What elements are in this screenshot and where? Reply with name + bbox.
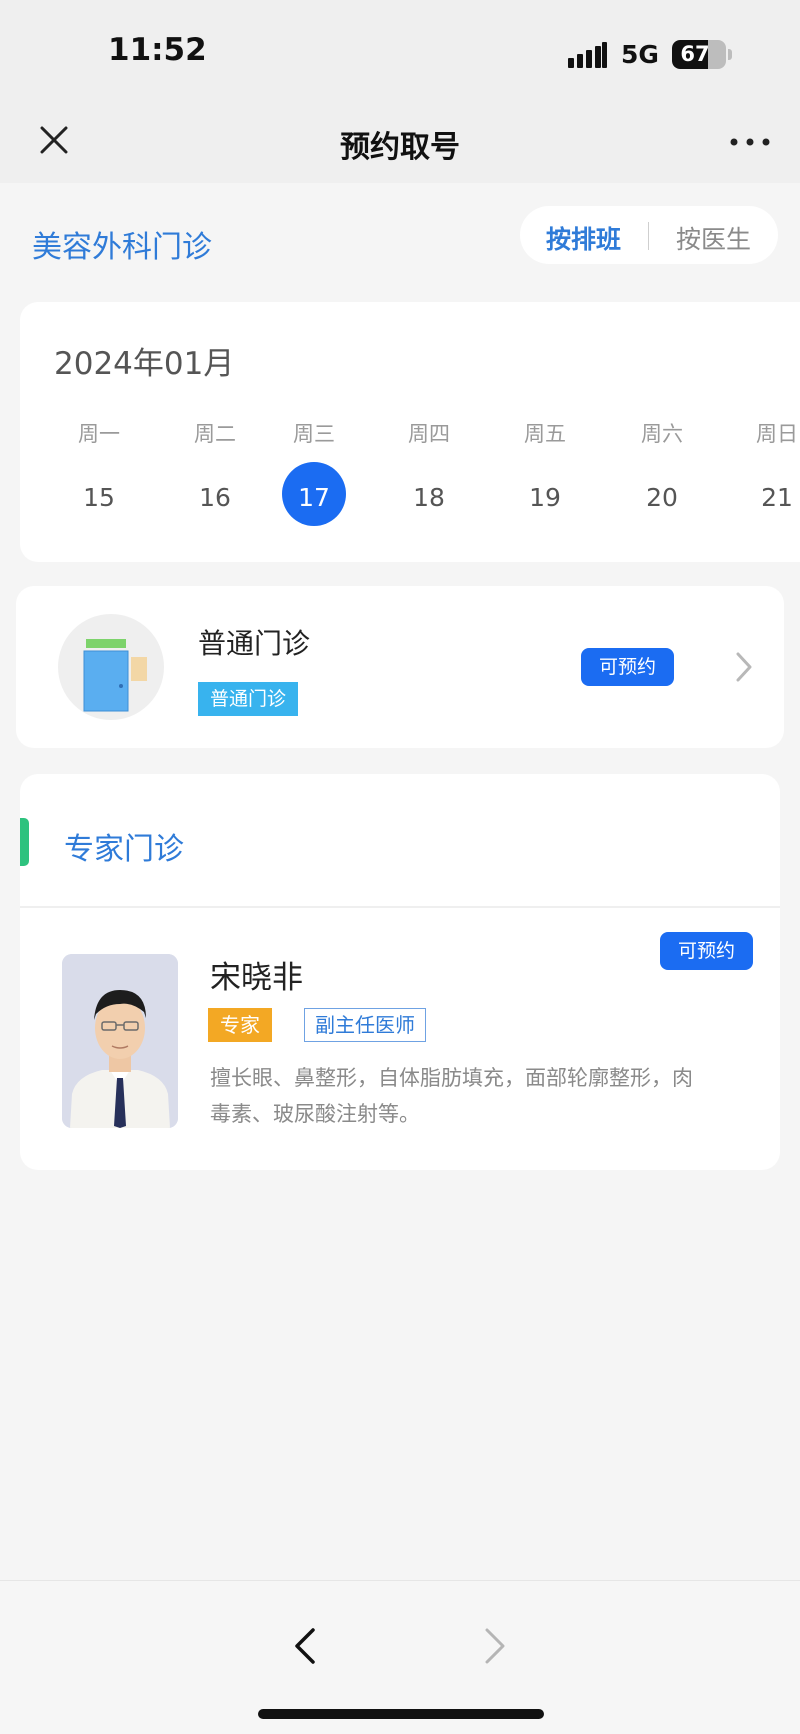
bottom-toolbar [0, 1580, 800, 1734]
battery-icon: 67 [672, 40, 726, 69]
calendar-month: 2024年01月 [54, 346, 235, 382]
more-icon[interactable] [726, 122, 774, 162]
weekday-label: 周四 [408, 422, 450, 446]
toggle-divider [648, 222, 649, 250]
calendar-day[interactable]: 20 [627, 478, 697, 518]
doctor-description: 擅长眼、鼻整形，自体脂肪填充，面部轮廓整形，肉毒素、玻尿酸注射等。 [210, 1066, 693, 1126]
general-clinic-title: 普通门诊 [198, 627, 311, 660]
battery-nub [728, 49, 732, 60]
available-badge[interactable]: 可预约 [660, 932, 754, 970]
toggle-by-schedule[interactable]: 按排班 [546, 220, 621, 256]
network-type: 5G [621, 40, 659, 69]
home-indicator [258, 1709, 544, 1719]
section-accent-bar [20, 818, 29, 866]
calendar-card: 2024年01月 周一 周二 周三 周四 周五 周六 周日 15 16 17 1… [20, 302, 800, 562]
doctor-name[interactable]: 宋晓非 [210, 952, 303, 997]
calendar-day[interactable]: 19 [510, 478, 580, 518]
weekday-label: 周日 [756, 422, 798, 446]
signal-icon [568, 42, 608, 68]
divider [20, 906, 780, 908]
general-clinic-card[interactable]: 普通门诊 普通门诊 可预约 [16, 586, 784, 748]
expert-clinic-title: 专家门诊 [64, 832, 184, 867]
doctor-title-tag: 副主任医师 [304, 1008, 426, 1042]
calendar-day[interactable]: 16 [180, 478, 250, 518]
expert-tag: 专家 [208, 1008, 272, 1042]
clinic-door-icon [58, 614, 164, 720]
battery-level: 67 [680, 42, 710, 66]
calendar-day[interactable]: 21 [742, 478, 800, 518]
status-bar: 11:52 5G 67 [0, 0, 800, 100]
department-name[interactable]: 美容外科门诊 [32, 222, 212, 266]
weekday-label: 周六 [641, 422, 683, 446]
chevron-right-icon[interactable] [474, 1621, 514, 1671]
available-badge[interactable]: 可预约 [581, 648, 675, 686]
weekday-label: 周五 [524, 422, 566, 446]
weekday-label: 周三 [293, 422, 335, 446]
toggle-by-doctor[interactable]: 按医生 [676, 220, 751, 256]
view-toggle: 按排班 按医生 [520, 206, 778, 264]
nav-bar: 预约取号 [0, 100, 800, 183]
calendar-day[interactable]: 18 [394, 478, 464, 518]
weekday-label: 周二 [194, 422, 236, 446]
chevron-left-icon[interactable] [286, 1621, 326, 1671]
doctor-avatar[interactable] [62, 954, 178, 1128]
status-time: 11:52 [108, 32, 207, 68]
expert-clinic-card: 专家门诊 宋晓非 专家 副主任医师 擅长眼、鼻整形，自体脂肪填充，面部轮廓整形，… [20, 774, 780, 1170]
calendar-day[interactable]: 15 [64, 478, 134, 518]
calendar-day-selected[interactable]: 17 [279, 478, 349, 518]
general-clinic-tag: 普通门诊 [198, 682, 299, 716]
chevron-right-icon[interactable] [730, 648, 758, 686]
weekday-label: 周一 [78, 422, 120, 446]
page-title: 预约取号 [340, 130, 460, 165]
